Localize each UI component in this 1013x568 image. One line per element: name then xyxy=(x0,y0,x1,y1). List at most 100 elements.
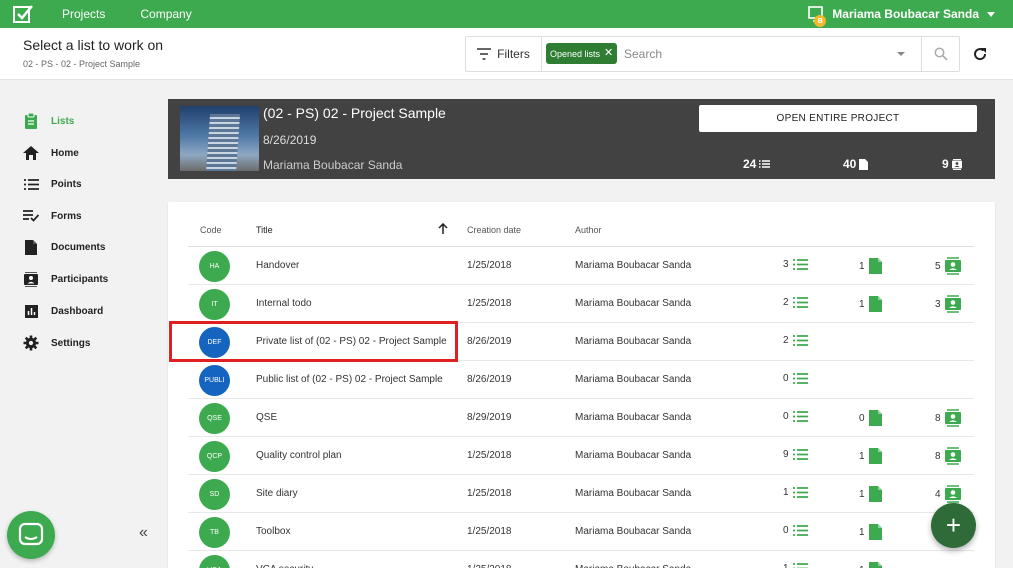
count-value: 2 xyxy=(783,335,789,346)
user-name[interactable]: Mariama Boubacar Sanda xyxy=(832,7,979,21)
project-date: 8/26/2019 xyxy=(263,133,317,147)
points-count: 2 xyxy=(783,335,808,346)
count-value: 40 xyxy=(843,157,857,171)
nav-projects[interactable]: Projects xyxy=(62,7,105,21)
search-button[interactable] xyxy=(921,37,960,71)
count-value: 0 xyxy=(783,373,789,384)
table-row[interactable]: TB Toolbox 1/25/2018 Mariama Boubacar Sanda… xyxy=(188,513,974,551)
header-author[interactable]: Author xyxy=(575,225,602,235)
user-inbox-icon[interactable]: B xyxy=(808,6,827,27)
count-value: 2 xyxy=(783,297,789,308)
list-code-avatar: IT xyxy=(199,289,230,320)
points-count: 1 xyxy=(783,563,808,568)
table-row[interactable]: DEF Private list of (02 - PS) 02 - Projec… xyxy=(188,323,974,361)
participants-count: 8 xyxy=(935,409,961,427)
sidebar-item-dashboard[interactable]: Dashboard xyxy=(23,301,103,321)
count-value: 9 xyxy=(783,449,789,460)
sidebar-item-label: Settings xyxy=(51,337,91,349)
app-logo-icon[interactable] xyxy=(13,4,33,23)
count-value: 1 xyxy=(783,487,789,498)
list-title[interactable]: Private list of (02 - PS) 02 - Project S… xyxy=(256,336,450,347)
list-title[interactable]: QSE xyxy=(256,412,450,423)
refresh-icon[interactable] xyxy=(972,46,988,62)
sidebar-item-label: Home xyxy=(51,147,79,159)
document-icon xyxy=(868,258,882,274)
sidebar-item-settings[interactable]: Settings xyxy=(23,333,90,353)
count-value: 8 xyxy=(935,412,941,424)
list-title[interactable]: Public list of (02 - PS) 02 - Project Sa… xyxy=(256,374,450,385)
sidebar-item-label: Points xyxy=(51,178,82,190)
add-button[interactable]: + xyxy=(931,503,976,548)
points-count: 3 xyxy=(783,259,808,270)
top-nav: Projects Company xyxy=(62,0,227,28)
list-code-avatar: HA xyxy=(199,251,230,282)
table-row[interactable]: VCA VCA security 1/25/2018 Mariama Boubacar… xyxy=(188,551,974,568)
table-row[interactable]: HA Handover 1/25/2018 Mariama Boubacar Sand… xyxy=(188,247,974,285)
table-row[interactable]: SD Site diary 1/25/2018 Mariama Boubacar Sa… xyxy=(188,475,974,513)
documents-count: 1 xyxy=(859,296,882,312)
document-icon xyxy=(868,296,882,312)
list-author: Mariama Boubacar Sanda xyxy=(575,336,692,347)
list-icon xyxy=(792,297,808,308)
count-value: 5 xyxy=(935,260,941,272)
list-title[interactable]: Internal todo xyxy=(256,298,450,309)
header-title[interactable]: Title xyxy=(256,225,273,235)
count-value: 1 xyxy=(859,488,865,500)
sort-arrow-up-icon[interactable] xyxy=(438,223,448,235)
count-value: 3 xyxy=(783,259,789,270)
table-row[interactable]: IT Internal todo 1/25/2018 Mariama Boubacar… xyxy=(188,285,974,323)
count-value: 8 xyxy=(935,450,941,462)
sidebar-item-forms[interactable]: Forms xyxy=(23,206,82,226)
project-header: (02 - PS) 02 - Project Sample 8/26/2019 … xyxy=(168,99,995,179)
list-author: Mariama Boubacar Sanda xyxy=(575,526,692,537)
list-title[interactable]: Handover xyxy=(256,260,450,271)
clipboard-icon xyxy=(23,113,39,129)
collapse-sidebar-button[interactable]: « xyxy=(139,524,148,542)
list-author: Mariama Boubacar Sanda xyxy=(575,450,692,461)
user-caret-icon[interactable] xyxy=(987,11,995,17)
sidebar-item-lists[interactable]: Lists xyxy=(23,111,74,131)
open-entire-project-button[interactable]: OPEN ENTIRE PROJECT xyxy=(699,105,977,132)
chip-close-icon[interactable]: ✕ xyxy=(604,48,613,59)
header-creation-date[interactable]: Creation date xyxy=(467,225,521,235)
documents-count: 1 xyxy=(859,486,882,502)
count-value: 1 xyxy=(859,565,865,568)
list-code-avatar: SD xyxy=(199,479,230,510)
contacts-icon xyxy=(944,257,961,275)
list-title[interactable]: Site diary xyxy=(256,488,450,499)
document-icon xyxy=(868,562,882,568)
participants-count: 3 xyxy=(935,295,961,313)
user-menu[interactable]: B Mariama Boubacar Sanda xyxy=(808,0,995,28)
table-row[interactable]: PUBLI Public list of (02 - PS) 02 - Proje… xyxy=(188,361,974,399)
filters-button[interactable]: Filters xyxy=(466,37,542,71)
chat-button[interactable] xyxy=(7,511,55,559)
points-count: 0 xyxy=(783,411,808,422)
list-title[interactable]: Quality control plan xyxy=(256,450,450,461)
table-row[interactable]: QCP Quality control plan 1/25/2018 Mariama … xyxy=(188,437,974,475)
sidebar-item-label: Forms xyxy=(51,210,82,222)
header-code[interactable]: Code xyxy=(200,225,222,235)
sidebar-item-home[interactable]: Home xyxy=(23,143,79,163)
sidebar-item-documents[interactable]: Documents xyxy=(23,237,105,257)
table-row[interactable]: QSE QSE 8/29/2019 Mariama Boubacar Sanda 0 0 8 xyxy=(188,399,974,437)
sidebar-item-label: Participants xyxy=(51,273,109,285)
sidebar-item-participants[interactable]: Participants xyxy=(23,269,108,289)
search-input[interactable] xyxy=(624,44,894,64)
participants-count: 4 xyxy=(935,485,961,503)
points-count: 0 xyxy=(783,373,808,384)
filter-chip-opened-lists[interactable]: Opened lists ✕ xyxy=(546,43,618,64)
list-title[interactable]: VCA security xyxy=(256,564,450,568)
gear-icon xyxy=(23,335,39,351)
documents-count: 1 xyxy=(859,562,882,568)
project-points-count: 24 xyxy=(743,157,771,171)
project-participants-count: 9 xyxy=(942,157,962,171)
list-title[interactable]: Toolbox xyxy=(256,526,450,537)
documents-count: 0 xyxy=(859,410,882,426)
document-icon xyxy=(23,239,39,255)
count-value: 9 xyxy=(942,157,949,171)
contacts-icon xyxy=(944,447,961,465)
nav-company[interactable]: Company xyxy=(140,7,191,21)
lists-table: Code Title Creation date Author HA Handov… xyxy=(168,202,995,568)
search-dropdown-icon[interactable] xyxy=(897,52,905,56)
sidebar-item-points[interactable]: Points xyxy=(23,174,82,194)
